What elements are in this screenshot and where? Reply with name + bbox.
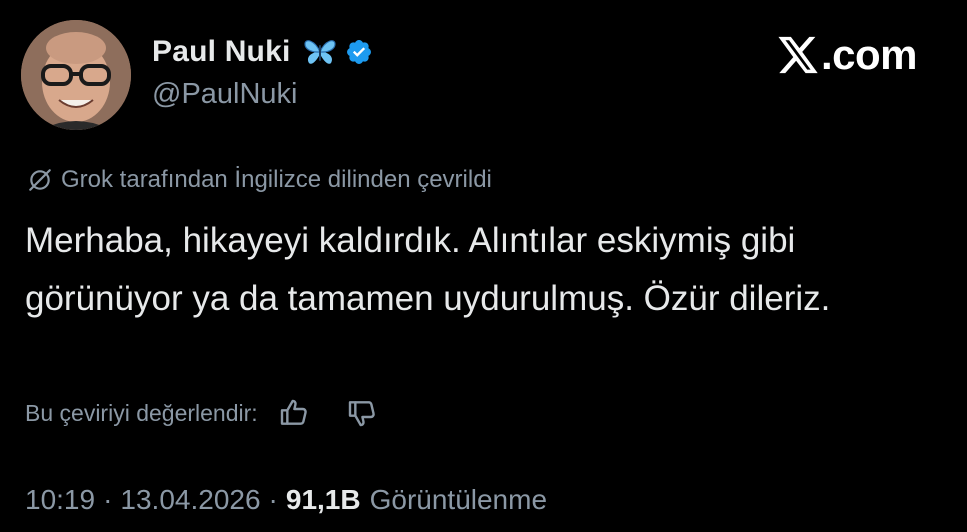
views-count[interactable]: 91,1B bbox=[286, 484, 361, 516]
butterfly-icon bbox=[303, 40, 336, 64]
avatar[interactable] bbox=[21, 20, 131, 130]
translation-notice: Grok tarafından İngilizce dilinden çevri… bbox=[27, 166, 492, 194]
display-name[interactable]: Paul Nuki bbox=[152, 35, 291, 69]
avatar-image bbox=[21, 20, 131, 130]
rating-label: Bu çeviriyi değerlendir: bbox=[25, 399, 258, 426]
translation-rating: Bu çeviriyi değerlendir: bbox=[25, 397, 378, 429]
tweet-meta: 10:19 · 13.04.2026 · 91,1B Görüntülenme bbox=[25, 484, 547, 516]
x-logo-icon bbox=[778, 36, 818, 74]
author-name-row: Paul Nuki bbox=[152, 32, 373, 72]
translation-notice-text: Grok tarafından İngilizce dilinden çevri… bbox=[61, 166, 492, 193]
brand-watermark: .com bbox=[776, 30, 918, 80]
tweet-date[interactable]: 13.04.2026 bbox=[120, 484, 260, 516]
grok-icon bbox=[29, 169, 51, 191]
tweet-text: Merhaba, hikayeyi kaldırdık. Alıntılar e… bbox=[25, 221, 831, 318]
thumbs-down-icon[interactable] bbox=[346, 397, 378, 429]
meta-separator: · bbox=[103, 484, 113, 515]
verified-badge-icon[interactable] bbox=[345, 38, 373, 66]
author-handle[interactable]: @PaulNuki bbox=[152, 78, 298, 111]
brand-text: .com bbox=[820, 31, 918, 78]
tweet-time[interactable]: 10:19 bbox=[25, 484, 95, 516]
meta-separator: · bbox=[268, 484, 278, 515]
thumbs-up-icon[interactable] bbox=[278, 397, 310, 429]
views-label: Görüntülenme bbox=[369, 484, 548, 515]
